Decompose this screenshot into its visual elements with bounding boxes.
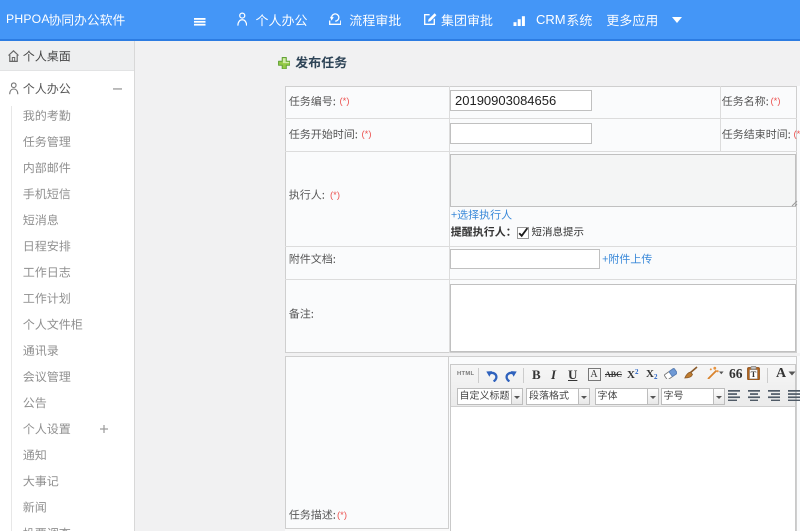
svg-text:T: T [751,369,757,379]
